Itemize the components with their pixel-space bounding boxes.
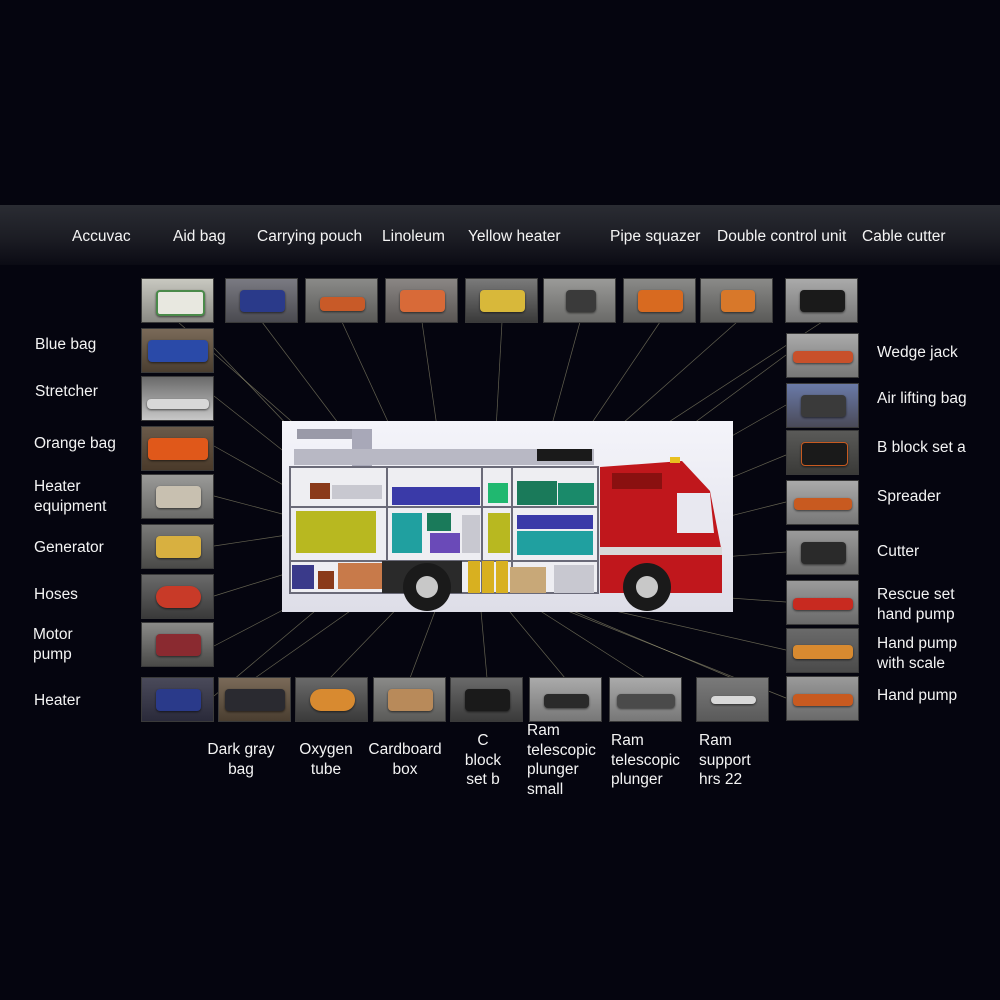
photo-double-control-unit: [623, 278, 696, 323]
photo-ram-support-hrs-22: [696, 677, 769, 722]
truck-diagram: [282, 421, 733, 612]
photo-cardboard-box: [373, 677, 446, 722]
cargo-box: [554, 565, 594, 593]
photo-hand-pump: [786, 676, 859, 721]
cargo-box: [392, 513, 422, 553]
photo-cutter: [786, 530, 859, 575]
photo-accuvac: [141, 278, 214, 323]
photo-yellow-heater: [465, 278, 538, 323]
cargo-box: [517, 481, 557, 505]
cargo-cylinder: [468, 561, 480, 593]
roof-box: [537, 449, 592, 461]
photo-c-block-set-b: [450, 677, 523, 722]
roof-ladder: [297, 429, 357, 439]
cargo-generator: [296, 511, 376, 553]
cargo-cylinder: [482, 561, 494, 593]
photo-hand-pump-with-scale: [786, 628, 859, 673]
beacon-light: [670, 457, 680, 463]
truck-cutaway: [289, 429, 722, 611]
photo-carrying-pouch: [305, 278, 378, 323]
photo-heater-equipment: [141, 474, 214, 519]
photo-orange-bag: [141, 426, 214, 471]
cargo-box: [488, 483, 508, 503]
cargo-box: [292, 565, 314, 589]
cargo-box: [517, 531, 593, 555]
cargo-box: [462, 515, 480, 553]
photo-rescue-set-hand-pump: [786, 580, 859, 625]
photo-stretcher: [141, 376, 214, 421]
cargo-box: [430, 533, 460, 553]
photo-linoleum: [385, 278, 458, 323]
cargo-box: [318, 571, 334, 589]
cab-vent: [612, 473, 662, 489]
cargo-bags: [392, 487, 480, 505]
photo-cable-cutter: [785, 278, 858, 323]
photo-heater: [141, 677, 214, 722]
cargo-box: [488, 513, 510, 553]
cargo-box: [338, 563, 386, 589]
photo-generator: [141, 524, 214, 569]
cargo-box: [427, 513, 451, 531]
cargo-cylinder: [496, 561, 508, 593]
photo-ram-telescopic-plunger: [609, 677, 682, 722]
photo-ram-telescopic-plunger-small: [529, 677, 602, 722]
photo-air-lifting-bag: [786, 383, 859, 428]
cargo-bags: [517, 515, 593, 529]
photo-spreader: [786, 480, 859, 525]
photo-pipe-squazer: [543, 278, 616, 323]
photo-aid-bag: [225, 278, 298, 323]
cargo-box: [332, 485, 382, 499]
photo-double-control-unit-2: [700, 278, 773, 323]
photo-motor-pump: [141, 622, 214, 667]
cargo-box: [510, 567, 546, 593]
photo-dark-gray-bag: [218, 677, 291, 722]
photo-hoses: [141, 574, 214, 619]
cab-window: [677, 493, 714, 533]
photo-b-block-set-a: [786, 430, 859, 475]
photo-blue-bag: [141, 328, 214, 373]
cab-stripe: [600, 547, 722, 555]
photo-wedge-jack: [786, 333, 859, 378]
cargo-box: [558, 483, 594, 505]
photo-oxygen-tube: [295, 677, 368, 722]
cargo-box: [310, 483, 330, 499]
